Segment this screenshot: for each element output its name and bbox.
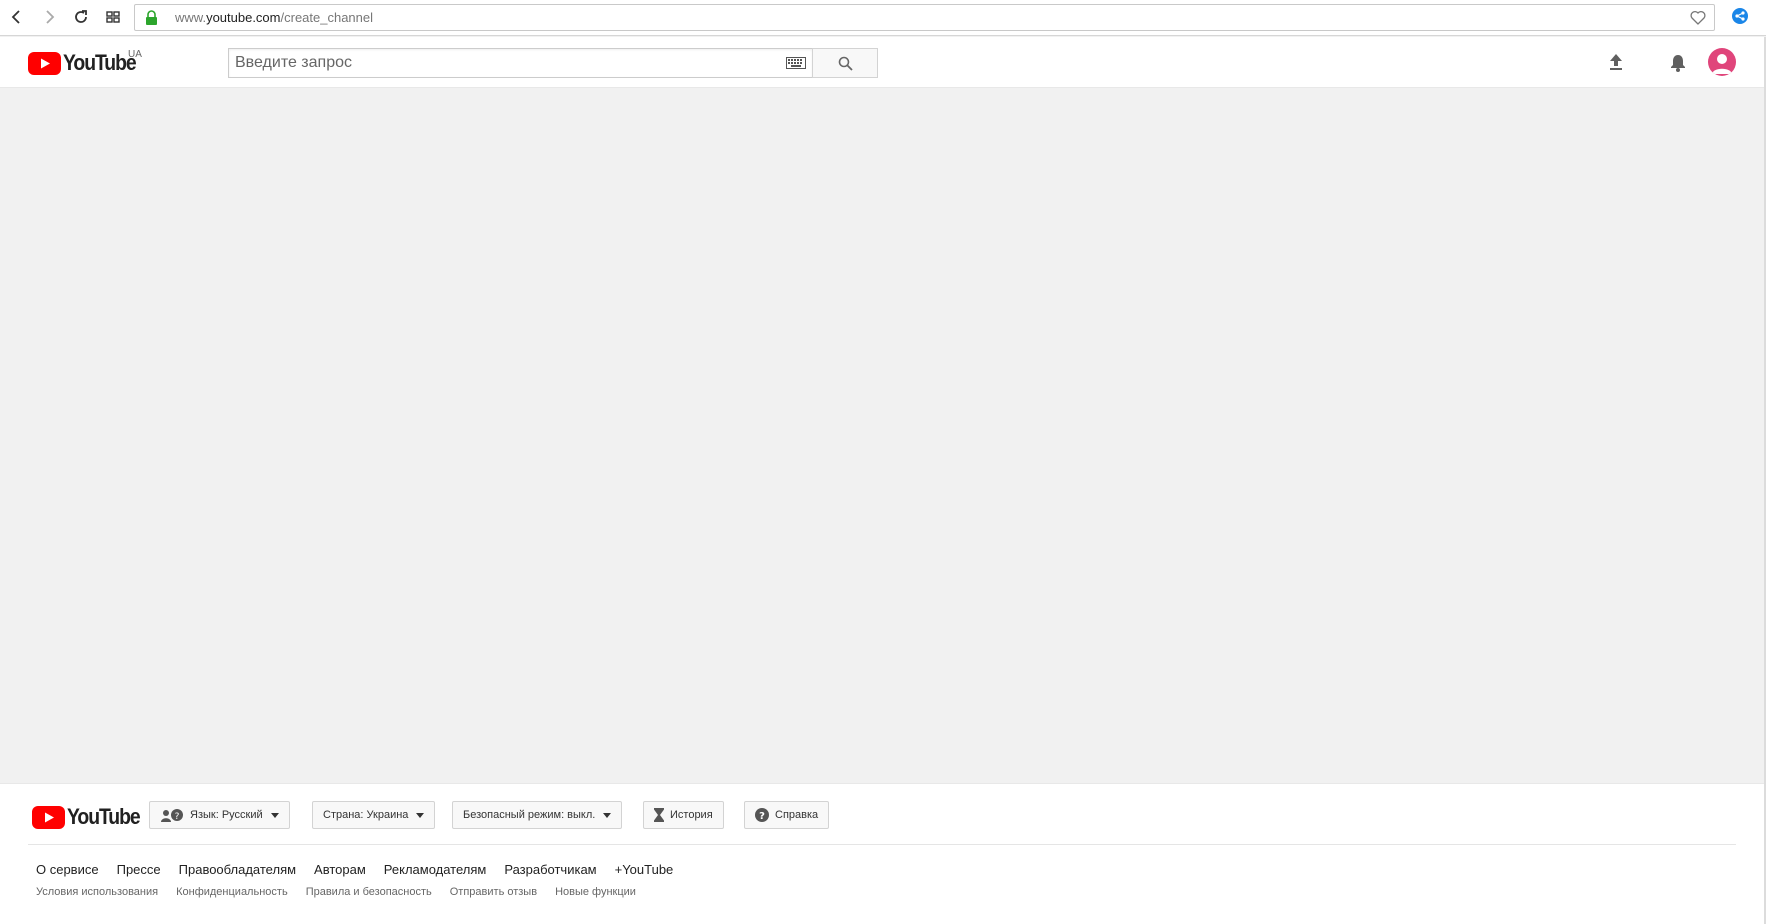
logo-text: YouTube [63, 50, 137, 75]
footer: YouTube ? Язык: Русский Страна: Украина … [0, 783, 1766, 924]
svg-text:?: ? [759, 811, 765, 822]
footer-link-policy-safety[interactable]: Правила и безопасность [306, 886, 432, 898]
youtube-play-icon [28, 51, 61, 75]
back-icon [11, 10, 20, 24]
help-label: Справка [775, 809, 819, 821]
search-input[interactable] [229, 49, 769, 77]
footer-link-privacy[interactable]: Конфиденциальность [176, 886, 288, 898]
url-text: www.youtube.com/create_channel [175, 10, 373, 25]
country-picker[interactable]: Страна: Украина [312, 801, 436, 829]
back-button[interactable] [6, 6, 28, 28]
svg-text:?: ? [175, 812, 180, 822]
avatar[interactable] [1708, 48, 1736, 76]
history-button[interactable]: История [643, 801, 724, 829]
main-content [0, 89, 1766, 783]
address-bar[interactable]: www.youtube.com/create_channel [134, 4, 1715, 31]
footer-divider [28, 844, 1736, 845]
url-path: /create_channel [280, 10, 374, 25]
footer-link-feedback[interactable]: Отправить отзыв [450, 886, 537, 898]
hourglass-icon [654, 808, 664, 822]
language-picker[interactable]: ? Язык: Русский [149, 801, 290, 829]
url-host: youtube.com [206, 10, 281, 25]
footer-logo-text: YouTube [67, 804, 141, 829]
footer-link-about[interactable]: О сервисе [36, 862, 99, 877]
country-label: Страна: Украина [323, 809, 409, 821]
safety-mode-picker[interactable]: Безопасный режим: выкл. [452, 801, 623, 829]
chevron-down-icon [270, 812, 279, 818]
bell-icon [1671, 54, 1685, 72]
chevron-down-icon [416, 812, 425, 818]
upload-button[interactable] [1604, 50, 1628, 74]
footer-link-new-features[interactable]: Новые функции [555, 886, 636, 898]
footer-link-developers[interactable]: Разработчикам [504, 862, 596, 877]
url-prefix: www. [175, 10, 207, 25]
chevron-down-icon [603, 812, 612, 818]
upload-icon [1610, 54, 1622, 70]
language-icon: ? [161, 809, 183, 822]
footer-logo[interactable]: YouTube [32, 804, 149, 830]
keyboard-icon[interactable] [786, 57, 806, 69]
help-icon: ? [755, 808, 769, 822]
footer-link-press[interactable]: Прессе [117, 862, 161, 877]
footer-link-copyright[interactable]: Правообладателям [179, 862, 296, 877]
footer-primary-links: О сервисе Прессе Правообладателям Автора… [36, 862, 673, 877]
footer-link-plus-youtube[interactable]: +YouTube [615, 862, 674, 877]
forward-button[interactable] [38, 6, 60, 28]
safety-mode-label: Безопасный режим: выкл. [463, 809, 596, 821]
country-code: UA [128, 49, 142, 60]
search-button[interactable] [812, 48, 878, 78]
notifications-button[interactable] [1666, 50, 1690, 74]
youtube-play-icon [32, 805, 65, 829]
history-label: История [670, 809, 713, 821]
user-icon [1712, 54, 1732, 74]
heart-icon[interactable] [1690, 10, 1706, 25]
tabs-grid-button[interactable] [102, 6, 124, 28]
footer-link-terms[interactable]: Условия использования [36, 886, 158, 898]
grid-icon [106, 11, 120, 23]
language-label: Язык: Русский [190, 809, 263, 821]
reload-button[interactable] [70, 6, 92, 28]
footer-secondary-links: Условия использования Конфиденциальность… [36, 886, 636, 898]
footer-link-creators[interactable]: Авторам [314, 862, 366, 877]
lock-icon [146, 10, 157, 25]
help-button[interactable]: ? Справка [744, 801, 830, 829]
youtube-header: YouTube UA [0, 37, 1766, 88]
footer-link-advertise[interactable]: Рекламодателям [384, 862, 487, 877]
share-icon[interactable] [1732, 8, 1748, 24]
forward-icon [46, 10, 55, 24]
reload-icon [75, 10, 87, 23]
search-icon [838, 56, 853, 71]
browser-toolbar: www.youtube.com/create_channel [0, 0, 1766, 36]
search-box [228, 48, 812, 78]
